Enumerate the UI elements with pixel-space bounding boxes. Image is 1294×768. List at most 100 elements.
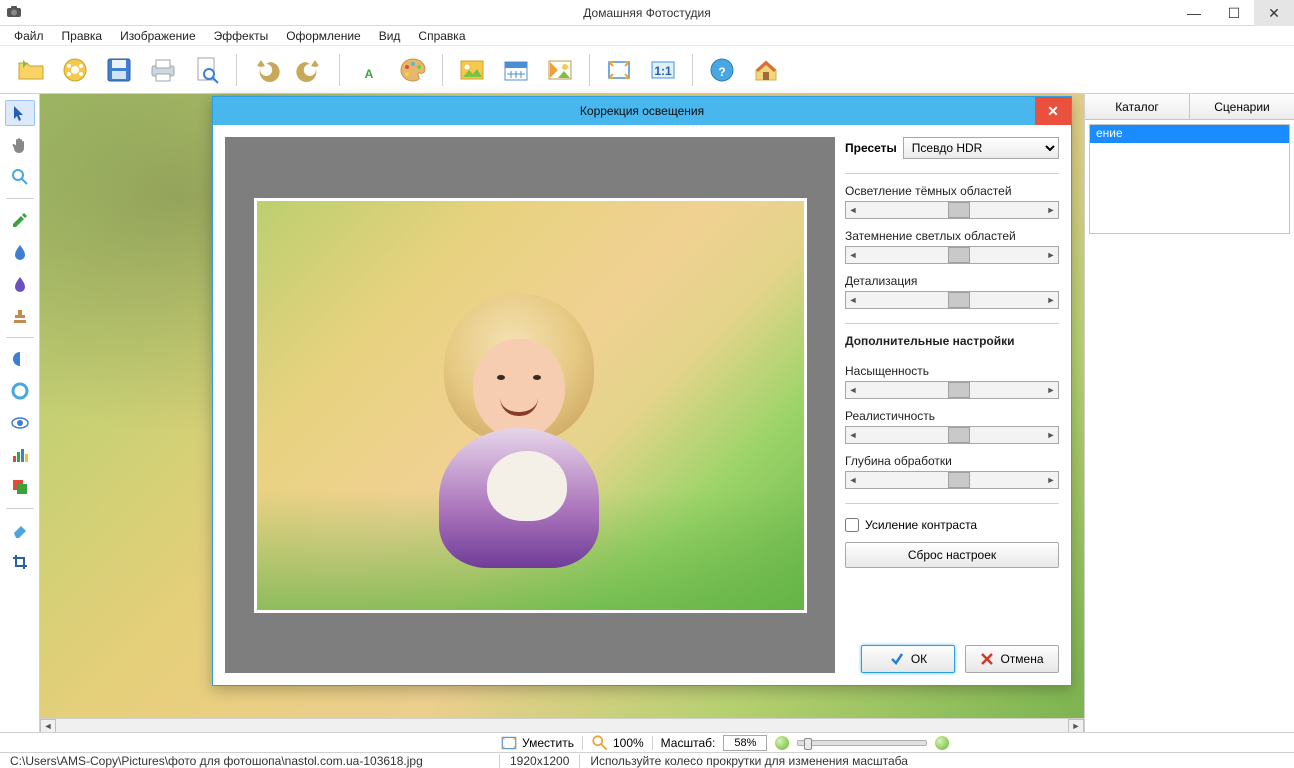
redo-button[interactable] [289, 49, 331, 91]
folder-icon [15, 54, 47, 86]
drop-blue-icon [11, 243, 29, 261]
cancel-button[interactable]: Отмена [965, 645, 1059, 673]
template-button[interactable] [539, 49, 581, 91]
tool-hue[interactable] [5, 378, 35, 404]
minimize-button[interactable]: — [1174, 0, 1214, 26]
tab-scenarios[interactable]: Сценарии [1190, 94, 1294, 119]
menu-image[interactable]: Изображение [112, 27, 204, 45]
tab-catalog[interactable]: Каталог [1085, 94, 1190, 119]
zoom-100-icon [591, 734, 609, 752]
home-button[interactable] [745, 49, 787, 91]
slider-realism[interactable]: ◄► [845, 426, 1059, 444]
menu-edit[interactable]: Правка [54, 27, 111, 45]
tool-levels[interactable] [5, 442, 35, 468]
ok-button[interactable]: ОК [861, 645, 955, 673]
slider-lighten-shadows[interactable]: ◄► [845, 201, 1059, 219]
zoom-icon [11, 168, 29, 186]
fit-icon-sm [500, 734, 518, 752]
tool-eye[interactable] [5, 410, 35, 436]
pointer-icon [11, 104, 29, 122]
scroll-left[interactable]: ◄ [40, 719, 56, 733]
tool-contrast[interactable] [5, 346, 35, 372]
tool-eyedropper[interactable] [5, 207, 35, 233]
palette-button[interactable] [392, 49, 434, 91]
reset-button[interactable]: Сброс настроек [845, 542, 1059, 568]
eyedropper-icon [11, 211, 29, 229]
fit-zoom-button[interactable]: Уместить [500, 734, 574, 752]
calendar-button[interactable] [495, 49, 537, 91]
zoom-in-button[interactable] [935, 736, 949, 750]
calendar-icon [500, 54, 532, 86]
contrast-icon [11, 350, 29, 368]
open-button[interactable] [10, 49, 52, 91]
menu-view[interactable]: Вид [371, 27, 409, 45]
zoombar: Уместить 100% Масштаб: [0, 732, 1294, 752]
canvas-scrollbar[interactable]: ◄ ► [40, 718, 1084, 732]
slider-darken-highlights[interactable]: ◄► [845, 246, 1059, 264]
slider-detail[interactable]: ◄► [845, 291, 1059, 309]
menu-decor[interactable]: Оформление [278, 27, 368, 45]
menubar: Файл Правка Изображение Эффекты Оформлен… [0, 26, 1294, 46]
tool-drop-purple[interactable] [5, 271, 35, 297]
slider-label: Реалистичность [845, 409, 1059, 423]
crop-icon [11, 553, 29, 571]
maximize-button[interactable]: ☐ [1214, 0, 1254, 26]
zoom-slider[interactable] [797, 740, 927, 746]
save-icon [103, 54, 135, 86]
close-button[interactable]: ✕ [1254, 0, 1294, 26]
fit-button[interactable] [598, 49, 640, 91]
app-icon [6, 4, 22, 20]
help-button[interactable]: ? [701, 49, 743, 91]
save-button[interactable] [98, 49, 140, 91]
toolbox [0, 94, 40, 732]
zoom-100-button[interactable]: 100% [591, 734, 644, 752]
help-icon: ? [706, 54, 738, 86]
zoom-out-button[interactable] [775, 736, 789, 750]
menu-effects[interactable]: Эффекты [206, 27, 277, 45]
tool-hand[interactable] [5, 132, 35, 158]
lighting-correction-dialog: Коррекция освещения ✕ Пресеты Псевдо HDR [212, 96, 1072, 686]
redo-icon [294, 54, 326, 86]
menu-help[interactable]: Справка [410, 27, 473, 45]
tool-layers[interactable] [5, 474, 35, 500]
menu-file[interactable]: Файл [6, 27, 52, 45]
image-icon [456, 54, 488, 86]
presets-select[interactable]: Псевдо HDR [903, 137, 1059, 159]
toolbar: A 1:1 ? [0, 46, 1294, 94]
fit-icon [603, 54, 635, 86]
titlebar-title: Домашняя Фотостудия [583, 6, 710, 20]
tool-drop-blue[interactable] [5, 239, 35, 265]
scroll-right[interactable]: ► [1068, 719, 1084, 733]
slider-label: Насыщенность [845, 364, 1059, 378]
dialog-close-button[interactable]: ✕ [1035, 97, 1071, 125]
status-path: C:\Users\AMS-Copy\Pictures\фото для фото… [0, 754, 500, 768]
scenarios-list[interactable]: ение [1089, 124, 1290, 234]
zoom-100-button[interactable]: 1:1 [642, 49, 684, 91]
slider-label: Затемнение светлых областей [845, 229, 1059, 243]
text-button[interactable]: A [348, 49, 390, 91]
titlebar: Домашняя Фотостудия — ☐ ✕ [0, 0, 1294, 26]
hue-icon [11, 382, 29, 400]
list-item[interactable]: ение [1090, 125, 1289, 143]
right-panel: Каталог Сценарии ение [1084, 94, 1294, 732]
tool-crop[interactable] [5, 549, 35, 575]
contrast-boost-checkbox[interactable]: Усиление контраста [845, 518, 1059, 532]
svg-text:?: ? [718, 65, 725, 79]
dialog-controls: Пресеты Псевдо HDR Осветление тёмных обл… [845, 137, 1059, 673]
tool-pointer[interactable] [5, 100, 35, 126]
preview-button[interactable] [186, 49, 228, 91]
effects-wheel-button[interactable] [54, 49, 96, 91]
tool-eraser[interactable] [5, 517, 35, 543]
undo-button[interactable] [245, 49, 287, 91]
slider-depth[interactable]: ◄► [845, 471, 1059, 489]
print-button[interactable] [142, 49, 184, 91]
tool-stamp[interactable] [5, 303, 35, 329]
slider-label: Детализация [845, 274, 1059, 288]
scale-input[interactable] [723, 735, 767, 751]
dialog-titlebar[interactable]: Коррекция освещения ✕ [213, 97, 1071, 125]
text-icon: A [353, 54, 385, 86]
tool-zoom[interactable] [5, 164, 35, 190]
slider-saturation[interactable]: ◄► [845, 381, 1059, 399]
stamp-icon [11, 307, 29, 325]
image-button[interactable] [451, 49, 493, 91]
